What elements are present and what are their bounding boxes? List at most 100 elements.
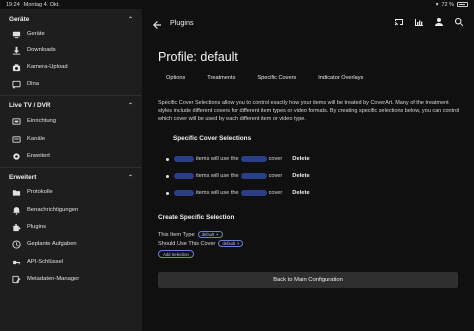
section-title: Geräte [9,15,30,23]
cover-badge [240,173,267,179]
chevron-up-icon: ⌃ [127,174,133,181]
sidebar-divider [0,95,142,96]
tab-bar: Options Treatments Specific Covers Indic… [158,72,377,86]
selections-heading: Specific Cover Selections [173,135,252,142]
sidebar-item-plugins[interactable]: Plugins [0,219,142,235]
description-text: Specific Cover Selections allow you to c… [158,100,460,123]
cover-select[interactable]: default × [218,240,244,247]
close-icon[interactable]: × [216,232,218,237]
sidebar-item-label: Kamera-Upload [27,64,68,70]
bell-icon [11,205,21,215]
sidebar-item-setup[interactable]: Einrichtung [0,113,142,129]
selection-rule: items will use the cover Delete [166,171,310,181]
item-type-label: This Item Type [158,231,195,238]
chevron-up-icon: ⌃ [127,102,133,109]
chevron-up-icon: ⌃ [127,16,133,23]
search-icon[interactable] [454,17,464,27]
plugin-icon [11,222,21,232]
cast-icon [11,79,21,89]
section-live-tv[interactable]: Live TV / DVR ⌃ [0,98,142,112]
sidebar-item-label: Geplante Aufgaben [27,241,77,247]
gear-icon [11,151,21,161]
sidebar-item-label: Protokolle [27,189,53,195]
item-type-badge [174,156,194,162]
devices-icon [11,29,21,39]
dashboard-icon[interactable] [414,17,424,27]
use-cover-field: Should Use This Cover default × [158,240,244,247]
bullet-icon [166,157,169,161]
status-bar: 19:24 Montag 4. Okt. ▾ 72 % [0,0,474,9]
bullet-icon [166,174,169,178]
back-arrow-icon[interactable] [152,17,162,29]
tv-icon [11,116,21,126]
rule-text: cover [268,173,283,179]
wifi-icon: ▾ [435,1,439,8]
sidebar-item-camera-upload[interactable]: Kamera-Upload [0,59,142,75]
sidebar-item-metadata-manager[interactable]: Metadaten-Manager [0,271,142,287]
selection-rule: items will use the cover Delete [166,188,310,198]
create-heading: Create Specific Selection [158,214,235,221]
cast-icon[interactable] [394,17,404,27]
tab-indicator-overlays[interactable]: Indicator Overlays [310,72,363,86]
rule-text: items will use the [196,156,239,162]
sidebar-item-notifications[interactable]: Benachrichtigungen [0,202,142,218]
cover-badge [240,190,267,196]
add-selection-button[interactable]: Add Selection [158,250,194,258]
sidebar-item-label: Benachrichtigungen [27,207,79,213]
tab-treatments[interactable]: Treatments [199,72,235,86]
sidebar-item-label: Geräte [27,31,45,37]
section-advanced[interactable]: Erweitert ⌃ [0,170,142,184]
sidebar-item-logs[interactable]: Protokolle [0,184,142,200]
sidebar-item-label: Dlna [27,81,39,87]
sidebar-item-label: Metadaten-Manager [27,276,80,282]
tab-specific-covers[interactable]: Specific Covers [249,72,296,86]
battery-icon [457,2,468,7]
bullet-icon [166,191,169,195]
status-time: 19:24 [6,1,20,8]
camera-icon [11,62,21,72]
sidebar-item-label: API-Schlüssel [27,259,64,265]
section-devices[interactable]: Geräte ⌃ [0,12,142,26]
sidebar-item-dlna[interactable]: Dlna [0,76,142,92]
tab-options[interactable]: Options [158,72,185,86]
item-type-select[interactable]: default × [197,231,223,238]
delete-button[interactable]: Delete [292,156,309,162]
sidebar-item-advanced-dvr[interactable]: Erweitert [0,148,142,164]
status-date: Montag 4. Okt. [23,1,60,8]
sidebar-item-label: Erweitert [27,153,50,159]
page-title: Profile: default [158,50,238,64]
app-header: Plugins [142,9,474,35]
user-icon[interactable] [434,17,444,27]
delete-button[interactable]: Delete [292,173,309,179]
header-title: Plugins [170,17,194,27]
rule-text: cover [268,156,283,162]
item-type-badge [174,190,194,196]
clock-icon [11,239,21,249]
key-icon [11,257,21,267]
item-type-field: This Item Type default × [158,231,223,238]
folder-icon [11,187,21,197]
section-title: Live TV / DVR [9,101,51,109]
cover-badge [240,156,267,162]
download-icon [11,45,21,55]
sidebar-divider [0,167,142,168]
sidebar-item-scheduled-tasks[interactable]: Geplante Aufgaben [0,236,142,252]
battery-percent: 72 % [441,1,454,8]
delete-button[interactable]: Delete [292,190,309,196]
rule-text: items will use the [196,173,239,179]
use-cover-label: Should Use This Cover [158,240,216,247]
list-icon [11,134,21,144]
sidebar-item-label: Downloads [27,47,56,53]
sidebar-item-downloads[interactable]: Downloads [0,42,142,58]
sidebar-item-label: Einrichtung [27,118,57,124]
selection-rule: items will use the cover Delete [166,154,310,164]
close-icon[interactable]: × [237,241,239,246]
sidebar-item-devices[interactable]: Geräte [0,26,142,42]
back-to-main-button[interactable]: Back to Main Configuration [158,272,458,288]
rule-text: cover [268,190,283,196]
section-title: Erweitert [9,173,37,181]
sidebar-item-api-keys[interactable]: API-Schlüssel [0,254,142,270]
sidebar-item-channels[interactable]: Kanäle [0,131,142,147]
rule-text: items will use the [196,190,239,196]
edit-icon [11,274,21,284]
